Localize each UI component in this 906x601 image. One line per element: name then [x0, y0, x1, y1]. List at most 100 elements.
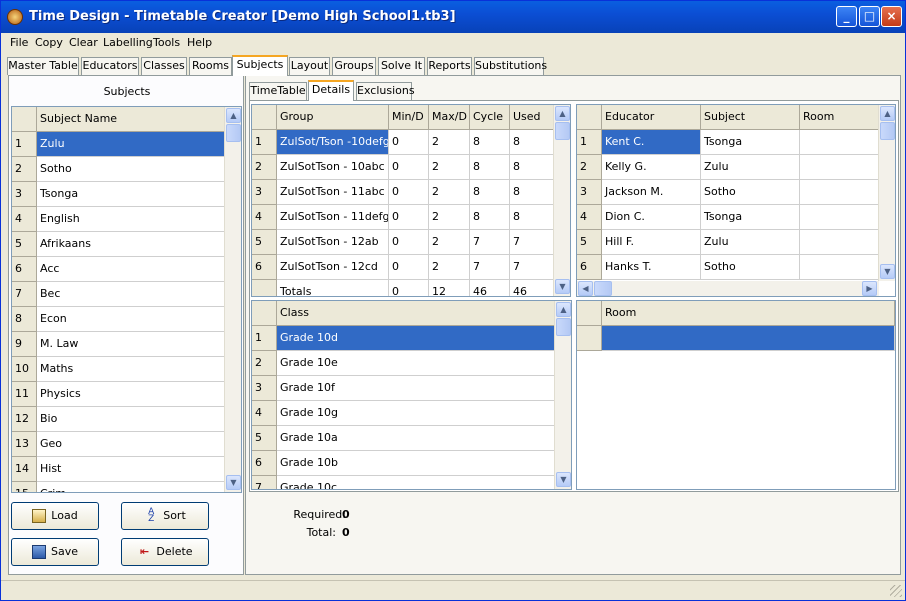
scroll-down-icon[interactable]: ▼: [880, 264, 895, 279]
delete-button[interactable]: ⇤ Delete: [121, 538, 209, 566]
table-row[interactable]: 3 Tsonga: [12, 182, 226, 207]
subject-name-cell[interactable]: English: [37, 207, 226, 232]
tab-groups[interactable]: Groups: [332, 57, 376, 75]
tab-layout[interactable]: Layout: [289, 57, 330, 75]
max-per-day-cell[interactable]: 12: [429, 280, 470, 296]
table-row[interactable]: 4 Grade 10g: [252, 401, 555, 426]
menu-copy[interactable]: Copy: [35, 36, 63, 49]
subject-name-cell[interactable]: Bio: [37, 407, 226, 432]
tab-rooms[interactable]: Rooms: [189, 57, 232, 75]
column-header-subject-name[interactable]: Subject Name: [37, 107, 226, 132]
educator-cell[interactable]: Kelly G.: [602, 155, 701, 180]
cycle-cell[interactable]: 7: [470, 230, 510, 255]
subject-name-cell[interactable]: Physics: [37, 382, 226, 407]
table-row[interactable]: 4 English: [12, 207, 226, 232]
educator-cell[interactable]: Hanks T.: [602, 255, 701, 280]
scroll-up-icon[interactable]: ▲: [226, 108, 241, 123]
subjects-vertical-scrollbar[interactable]: ▲ ▼: [224, 107, 241, 492]
menu-file[interactable]: File: [10, 36, 28, 49]
max-per-day-cell[interactable]: 2: [429, 130, 470, 155]
maximize-button[interactable]: □: [859, 6, 880, 27]
menu-help[interactable]: Help: [187, 36, 212, 49]
class-name-cell[interactable]: Grade 10f: [277, 376, 555, 401]
column-header-group[interactable]: Group: [277, 105, 389, 130]
subject-cell[interactable]: Zulu: [701, 230, 800, 255]
table-row[interactable]: 9 M. Law: [12, 332, 226, 357]
scroll-up-icon[interactable]: ▲: [880, 106, 895, 121]
educators-vertical-scrollbar[interactable]: ▲ ▼: [878, 105, 895, 281]
used-cell[interactable]: 8: [510, 155, 554, 180]
subject-name-cell[interactable]: Bec: [37, 282, 226, 307]
scroll-up-icon[interactable]: ▲: [555, 106, 570, 121]
subjects-grid[interactable]: Subject Name 1 Zulu 2 Sotho 3 Tsonga 4 English 5…: [11, 106, 242, 493]
column-header-max-per-day[interactable]: Max/D: [429, 105, 470, 130]
min-per-day-cell[interactable]: 0: [389, 255, 429, 280]
table-row[interactable]: 2 Kelly G. Zulu: [577, 155, 879, 180]
min-per-day-cell[interactable]: 0: [389, 155, 429, 180]
used-cell[interactable]: 7: [510, 230, 554, 255]
used-cell[interactable]: 8: [510, 130, 554, 155]
min-per-day-cell[interactable]: 0: [389, 205, 429, 230]
scroll-up-icon[interactable]: ▲: [556, 302, 571, 317]
column-header-room[interactable]: Room: [800, 105, 879, 130]
table-row[interactable]: 5 Afrikaans: [12, 232, 226, 257]
class-name-cell[interactable]: Grade 10c: [277, 476, 555, 489]
group-cell[interactable]: ZulSotTson - 12cd: [277, 255, 389, 280]
min-per-day-cell[interactable]: 0: [389, 180, 429, 205]
group-cell[interactable]: ZulSotTson - 10abc: [277, 155, 389, 180]
column-header-class[interactable]: Class: [277, 301, 555, 326]
class-name-cell[interactable]: Grade 10g: [277, 401, 555, 426]
class-name-cell[interactable]: Grade 10d: [277, 326, 555, 351]
max-per-day-cell[interactable]: 2: [429, 255, 470, 280]
column-header-educator[interactable]: Educator: [602, 105, 701, 130]
menu-tools[interactable]: Tools: [153, 36, 180, 49]
subject-name-cell[interactable]: M. Law: [37, 332, 226, 357]
column-header-cycle[interactable]: Cycle: [470, 105, 510, 130]
max-per-day-cell[interactable]: 2: [429, 180, 470, 205]
table-row[interactable]: 11 Physics: [12, 382, 226, 407]
tab-reports[interactable]: Reports: [427, 57, 472, 75]
title-bar[interactable]: Time Design - Timetable Creator [Demo Hi…: [1, 1, 905, 33]
subject-name-cell[interactable]: Crim: [37, 482, 226, 492]
groups-grid[interactable]: Group Min/D Max/D Cycle Used 1 ZulSot/Tso…: [251, 104, 571, 297]
educators-grid[interactable]: Educator Subject Room 1 Kent C. Tsonga 2 Kel…: [576, 104, 896, 297]
used-cell[interactable]: 46: [510, 280, 554, 296]
subject-name-cell[interactable]: Hist: [37, 457, 226, 482]
room-cell[interactable]: [800, 180, 879, 205]
scroll-down-icon[interactable]: ▼: [226, 475, 241, 490]
subject-name-cell[interactable]: Afrikaans: [37, 232, 226, 257]
used-cell[interactable]: 8: [510, 205, 554, 230]
table-row[interactable]: 2 ZulSotTson - 10abc 0 2 8 8: [252, 155, 554, 180]
save-button[interactable]: Save: [11, 538, 99, 566]
cycle-cell[interactable]: 8: [470, 180, 510, 205]
room-grid[interactable]: Room: [576, 300, 896, 490]
group-cell[interactable]: ZulSot/Tson -10defg: [277, 130, 389, 155]
sort-button[interactable]: A Z Sort: [121, 502, 209, 530]
table-row[interactable]: 1 Grade 10d: [252, 326, 555, 351]
table-row[interactable]: 3 Grade 10f: [252, 376, 555, 401]
scroll-down-icon[interactable]: ▼: [555, 279, 570, 294]
table-row[interactable]: 4 ZulSotTson - 11defg 0 2 8 8: [252, 205, 554, 230]
subject-cell[interactable]: Tsonga: [701, 130, 800, 155]
menu-labelling[interactable]: Labelling: [103, 36, 153, 49]
tab-subjects[interactable]: Subjects: [232, 55, 288, 76]
table-row[interactable]: 8 Econ: [12, 307, 226, 332]
group-cell[interactable]: Totals: [277, 280, 389, 296]
subject-name-cell[interactable]: Tsonga: [37, 182, 226, 207]
column-header-used[interactable]: Used: [510, 105, 554, 130]
subject-cell[interactable]: Sotho: [701, 180, 800, 205]
column-header-room[interactable]: Room: [602, 301, 895, 326]
class-name-cell[interactable]: Grade 10e: [277, 351, 555, 376]
subtab-exclusions[interactable]: Exclusions: [356, 82, 415, 100]
subject-name-cell[interactable]: Econ: [37, 307, 226, 332]
groups-vertical-scrollbar[interactable]: ▲ ▼: [553, 105, 570, 296]
table-row[interactable]: 3 ZulSotTson - 11abc 0 2 8 8: [252, 180, 554, 205]
min-per-day-cell[interactable]: 0: [389, 230, 429, 255]
educator-cell[interactable]: Kent C.: [602, 130, 701, 155]
tab-master-table[interactable]: Master Table: [7, 57, 79, 75]
scroll-thumb[interactable]: [880, 122, 895, 140]
class-name-cell[interactable]: Grade 10b: [277, 451, 555, 476]
table-row[interactable]: 7 Bec: [12, 282, 226, 307]
column-header-min-per-day[interactable]: Min/D: [389, 105, 429, 130]
max-per-day-cell[interactable]: 2: [429, 155, 470, 180]
